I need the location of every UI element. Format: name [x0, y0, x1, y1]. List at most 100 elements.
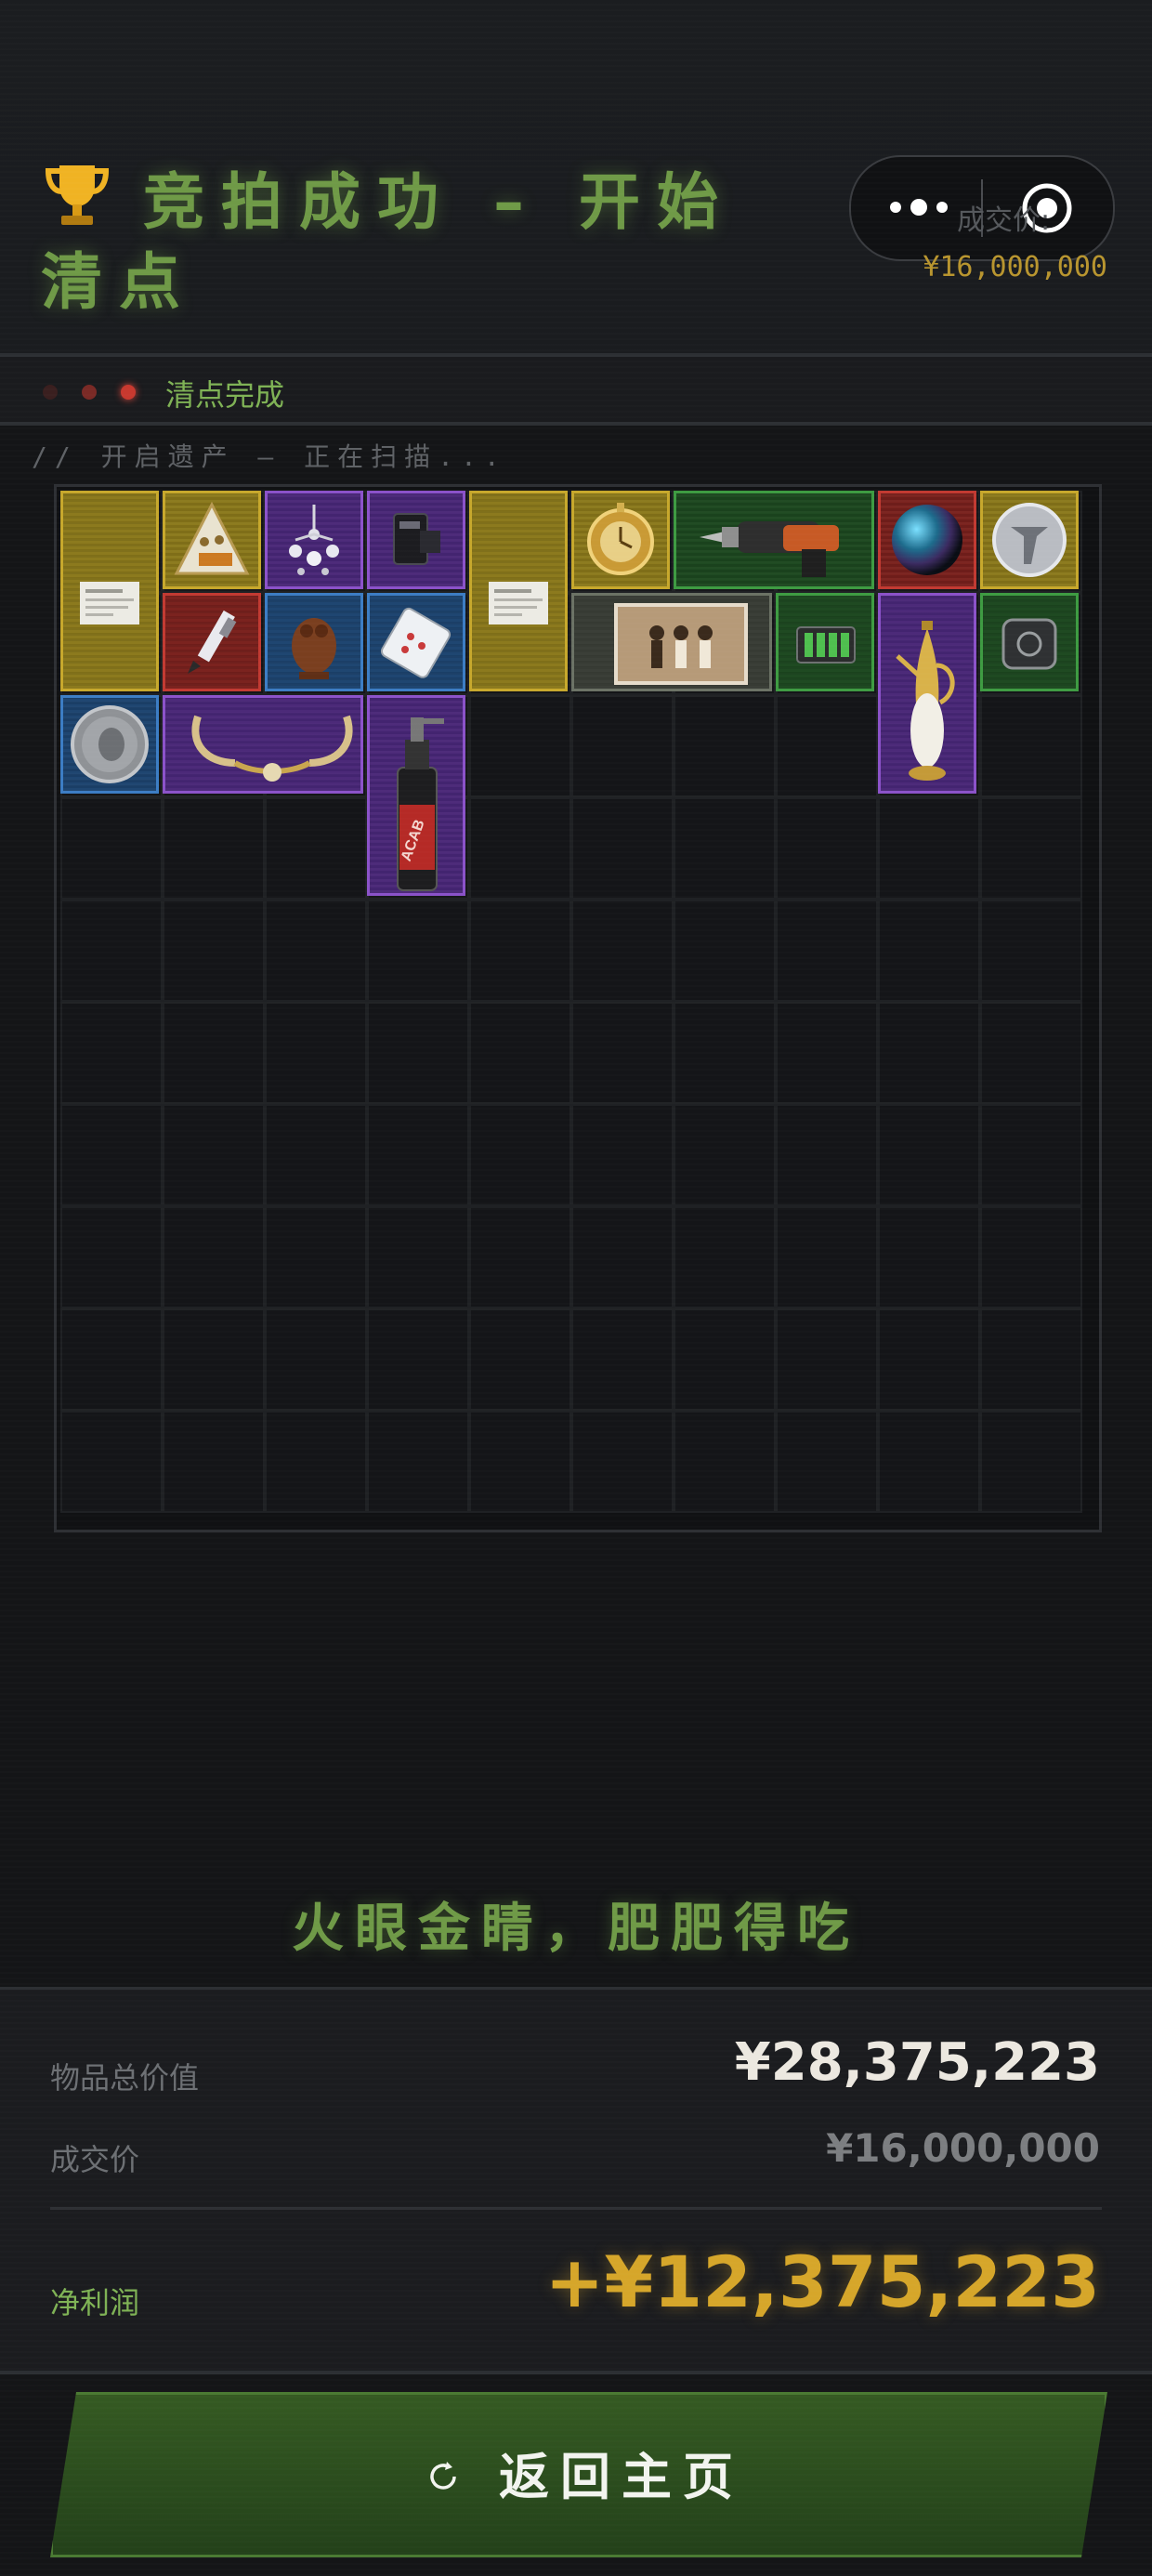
- grid-cell: [980, 1104, 1082, 1206]
- deal-price-label: 成交价: [50, 2142, 140, 2177]
- total-value-label: 物品总价值: [50, 2060, 200, 2096]
- grid-cell: [469, 695, 571, 797]
- silver-coin-item[interactable]: [60, 695, 159, 794]
- old-photo-item[interactable]: [571, 593, 772, 691]
- grid-cell: [980, 1308, 1082, 1411]
- grid-cell: [776, 1104, 878, 1206]
- grid-cell: [878, 1002, 980, 1104]
- coin-icon: [71, 705, 149, 783]
- document-item-2[interactable]: [469, 491, 568, 691]
- owl-figurine-item[interactable]: [265, 593, 363, 691]
- battery-item[interactable]: [776, 593, 874, 691]
- grid-cell: [674, 1308, 776, 1411]
- grid-cell: [776, 1206, 878, 1308]
- grid-cell: [60, 1002, 163, 1104]
- torch-icon: ACAB: [397, 717, 444, 891]
- grid-cell: [571, 1002, 674, 1104]
- grid-cell: [571, 1411, 674, 1513]
- grid-cell: [367, 900, 469, 1002]
- total-value: ¥28,375,223: [734, 2032, 1100, 2093]
- return-home-button[interactable]: 返回主页: [50, 2392, 1107, 2557]
- grid-cell: [674, 1002, 776, 1104]
- horn-necklace-item[interactable]: [163, 695, 363, 794]
- grid-cell: [776, 1411, 878, 1513]
- grid-cell: [776, 1308, 878, 1411]
- status-text: 清点完成: [165, 377, 285, 413]
- grid-cell: [469, 1104, 571, 1206]
- grid-cell: [163, 1308, 265, 1411]
- grid-cell: [776, 900, 878, 1002]
- gadget-item[interactable]: [367, 491, 465, 589]
- more-icon[interactable]: [886, 191, 951, 224]
- header: 竞拍成功 – 开始清点 成交价: ¥16,000,000: [0, 0, 1152, 353]
- earrings-icon: [289, 505, 339, 575]
- grid-cell: [674, 1206, 776, 1308]
- page-title: 竞拍成功 – 开始清点: [41, 158, 784, 322]
- grid-cell: [469, 1308, 571, 1411]
- trophy-icon: [45, 165, 110, 225]
- grid-cell: [878, 900, 980, 1002]
- cookie-box-item[interactable]: [163, 491, 261, 589]
- power-drill-item[interactable]: [674, 491, 874, 589]
- orb-icon: [892, 505, 962, 575]
- grid-cell: [265, 1206, 367, 1308]
- grid-cell: [776, 797, 878, 900]
- grid-cell: [980, 900, 1082, 1002]
- slogan: 火眼金睛，肥肥得吃: [292, 1899, 860, 1959]
- golden-ewer-item[interactable]: [878, 593, 976, 794]
- grid-cell: [367, 1104, 469, 1206]
- document-icon: [489, 582, 548, 624]
- grid-cell: [367, 1411, 469, 1513]
- cookie-box-icon: [174, 501, 250, 575]
- grid-cell: [367, 1308, 469, 1411]
- fountain-pen-item[interactable]: [163, 593, 261, 691]
- grid-cell: [776, 695, 878, 797]
- pocket-watch-item[interactable]: [571, 491, 670, 589]
- grid-cell: [265, 1104, 367, 1206]
- grid-cell: [469, 1411, 571, 1513]
- refresh-icon: [425, 2458, 462, 2495]
- grid-cell: [265, 1308, 367, 1411]
- grid-cell: [674, 900, 776, 1002]
- orb-item[interactable]: [878, 491, 976, 589]
- pill-pack-item[interactable]: [367, 593, 465, 691]
- grid-cell: [571, 1308, 674, 1411]
- grid-cell: [163, 1002, 265, 1104]
- silver-token-item[interactable]: [980, 491, 1079, 589]
- grid-cell: [878, 1104, 980, 1206]
- grid-cell: [367, 1206, 469, 1308]
- earrings-item[interactable]: [265, 491, 363, 589]
- grid-cell: [469, 1206, 571, 1308]
- grid-cell: [571, 695, 674, 797]
- document-item[interactable]: [60, 491, 159, 691]
- grid-cell: [163, 1411, 265, 1513]
- pill-pack-icon: [380, 607, 452, 678]
- owl-icon: [292, 618, 336, 679]
- grid-cell: [571, 1104, 674, 1206]
- gadget-icon: [393, 513, 440, 565]
- grid-cell: [980, 797, 1082, 900]
- grid-cell: [163, 900, 265, 1002]
- grid-cell: [163, 1206, 265, 1308]
- power-drill-icon: [700, 521, 839, 577]
- power-bank-icon: [1001, 618, 1057, 670]
- grid-cell: [674, 1104, 776, 1206]
- grid-cell: [60, 1308, 163, 1411]
- grid-cell: [60, 1104, 163, 1206]
- grid-cell: [571, 900, 674, 1002]
- grid-cell: [469, 900, 571, 1002]
- grid-cell: [60, 1206, 163, 1308]
- grid-cell: [367, 1002, 469, 1104]
- ewer-icon: [896, 621, 955, 781]
- grid-cell: [163, 797, 265, 900]
- status-led-dim: [43, 385, 58, 400]
- pocket-watch-icon: [587, 503, 654, 575]
- grid-cell: [878, 1206, 980, 1308]
- status-bar: 清点完成: [0, 353, 1152, 426]
- power-bank-item[interactable]: [980, 593, 1079, 691]
- grid-cell: [674, 695, 776, 797]
- return-home-label: 返回主页: [499, 2448, 744, 2506]
- grid-cell: [980, 1206, 1082, 1308]
- torch-lighter-item[interactable]: ACAB: [367, 695, 465, 896]
- grid-cell: [878, 1411, 980, 1513]
